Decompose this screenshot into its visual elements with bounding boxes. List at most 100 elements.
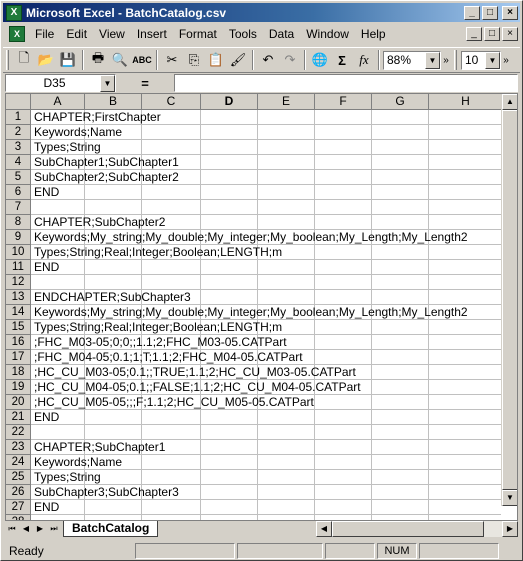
cell-a[interactable]: Keywords;Name bbox=[34, 455, 122, 470]
cell-a[interactable]: END bbox=[34, 260, 59, 275]
menu-tools[interactable]: Tools bbox=[223, 27, 263, 41]
cut-icon[interactable]: ✂ bbox=[161, 49, 183, 71]
function-icon[interactable]: fx bbox=[353, 49, 375, 71]
cell-a[interactable]: CHAPTER;FirstChapter bbox=[34, 110, 161, 125]
row-header[interactable]: 23 bbox=[6, 440, 31, 455]
cell-a[interactable]: ;HC_CU_M03-05;0.1;;TRUE;1.1;2;HC_CU_M03-… bbox=[34, 365, 356, 380]
row-header[interactable]: 5 bbox=[6, 170, 31, 185]
cell-a[interactable]: Types;String bbox=[34, 470, 101, 485]
menu-data[interactable]: Data bbox=[263, 27, 300, 41]
cell-a[interactable]: Types;String;Real;Integer;Boolean;LENGTH… bbox=[34, 320, 282, 335]
horizontal-scroll-thumb[interactable] bbox=[332, 521, 484, 537]
row-header[interactable]: 21 bbox=[6, 410, 31, 425]
row-header[interactable]: 16 bbox=[6, 335, 31, 350]
row-header[interactable]: 6 bbox=[6, 185, 31, 200]
cell-a[interactable]: CHAPTER;SubChapter1 bbox=[34, 440, 165, 455]
column-header-c[interactable]: C bbox=[142, 94, 201, 110]
chevron-down-icon[interactable]: ▼ bbox=[100, 74, 115, 92]
column-header-e[interactable]: E bbox=[258, 94, 315, 110]
cell-a[interactable]: Keywords;My_string;My_double;My_integer;… bbox=[34, 305, 468, 320]
close-button[interactable]: × bbox=[502, 5, 518, 20]
row-header[interactable]: 7 bbox=[6, 200, 31, 215]
menu-view[interactable]: View bbox=[93, 27, 131, 41]
row-header[interactable]: 15 bbox=[6, 320, 31, 335]
redo-icon[interactable]: ↷ bbox=[279, 49, 301, 71]
spelling-icon[interactable]: ABC bbox=[131, 49, 153, 71]
cell-a[interactable]: ENDCHAPTER;SubChapter3 bbox=[34, 290, 191, 305]
workbook-icon[interactable]: X bbox=[9, 26, 25, 42]
menu-window[interactable]: Window bbox=[300, 27, 355, 41]
sheet-tab-batchcatalog[interactable]: BatchCatalog bbox=[63, 521, 159, 537]
maximize-button[interactable]: □ bbox=[482, 5, 498, 20]
row-header[interactable]: 4 bbox=[6, 155, 31, 170]
workbook-minimize-button[interactable]: _ bbox=[466, 27, 482, 41]
cell-a[interactable]: SubChapter3;SubChapter3 bbox=[34, 485, 179, 500]
row-header[interactable]: 9 bbox=[6, 230, 31, 245]
format-painter-icon[interactable]: 🖌 bbox=[227, 49, 249, 71]
chevron-down-icon[interactable]: ▼ bbox=[425, 51, 440, 69]
print-icon[interactable]: 🖶 bbox=[87, 49, 109, 71]
cell-a[interactable]: Types;String bbox=[34, 140, 101, 155]
print-preview-icon[interactable]: 🔍 bbox=[109, 49, 131, 71]
undo-icon[interactable]: ↶ bbox=[257, 49, 279, 71]
workbook-restore-button[interactable]: □ bbox=[484, 27, 500, 41]
row-header[interactable]: 19 bbox=[6, 380, 31, 395]
edit-formula-button[interactable]: = bbox=[116, 76, 174, 91]
row-header[interactable]: 25 bbox=[6, 470, 31, 485]
scroll-left-icon[interactable]: ◀ bbox=[316, 521, 332, 537]
cell-a[interactable]: SubChapter2;SubChapter2 bbox=[34, 170, 179, 185]
row-header[interactable]: 14 bbox=[6, 305, 31, 320]
cell-a[interactable]: END bbox=[34, 410, 59, 425]
toolbar-grip[interactable] bbox=[6, 50, 9, 70]
row-header[interactable]: 2 bbox=[6, 125, 31, 140]
first-sheet-icon[interactable]: ⏮ bbox=[5, 522, 19, 536]
column-header-d[interactable]: D bbox=[201, 94, 258, 110]
zoom-combo[interactable]: 88% ▼ bbox=[383, 50, 441, 70]
menu-file[interactable]: File bbox=[29, 27, 60, 41]
column-header-b[interactable]: B bbox=[85, 94, 142, 110]
toolbar-options-icon[interactable]: » bbox=[501, 49, 511, 71]
select-all-button[interactable] bbox=[6, 94, 31, 110]
row-header[interactable]: 27 bbox=[6, 500, 31, 515]
open-icon[interactable]: 📂 bbox=[35, 49, 57, 71]
cell-a[interactable]: CHAPTER;SubChapter2 bbox=[34, 215, 165, 230]
column-header-a[interactable]: A bbox=[31, 94, 85, 110]
cell-area[interactable]: CHAPTER;FirstChapter Keywords;Name Types;S… bbox=[31, 110, 501, 520]
minimize-button[interactable]: _ bbox=[464, 5, 480, 20]
paste-icon[interactable]: 📋 bbox=[205, 49, 227, 71]
save-icon[interactable]: 💾 bbox=[57, 49, 79, 71]
vertical-scroll-thumb[interactable] bbox=[502, 110, 517, 490]
row-header[interactable]: 17 bbox=[6, 350, 31, 365]
scroll-right-icon[interactable]: ▶ bbox=[502, 521, 518, 537]
row-header[interactable]: 8 bbox=[6, 215, 31, 230]
scroll-down-icon[interactable]: ▼ bbox=[502, 490, 517, 506]
menu-help[interactable]: Help bbox=[355, 27, 392, 41]
row-header[interactable]: 18 bbox=[6, 365, 31, 380]
row-header[interactable]: 12 bbox=[6, 275, 31, 290]
toolbar-options-icon[interactable]: » bbox=[441, 49, 451, 71]
cell-a[interactable]: END bbox=[34, 500, 59, 515]
menu-format[interactable]: Format bbox=[173, 27, 223, 41]
cell-a[interactable]: SubChapter1;SubChapter1 bbox=[34, 155, 179, 170]
row-header[interactable]: 20 bbox=[6, 395, 31, 410]
row-header[interactable]: 26 bbox=[6, 485, 31, 500]
cell-a[interactable]: ;HC_CU_M04-05;0.1;;FALSE;1.1;2;HC_CU_M04… bbox=[34, 380, 361, 395]
row-header[interactable]: 22 bbox=[6, 425, 31, 440]
name-box[interactable]: D35 ▼ bbox=[5, 74, 116, 92]
cell-a[interactable]: ;HC_CU_M05-05;;;F;1.1;2;HC_CU_M05-05.CAT… bbox=[34, 395, 314, 410]
cell-a[interactable]: Keywords;Name bbox=[34, 125, 122, 140]
worksheet-grid[interactable]: A B C D E F G H 1 2 3 4 5 6 7 8 9 10 11 12 13 14 15 16 1… bbox=[5, 93, 518, 521]
toolbar-grip[interactable] bbox=[454, 50, 457, 70]
column-header-g[interactable]: G bbox=[372, 94, 429, 110]
hyperlink-icon[interactable]: 🌐 bbox=[309, 49, 331, 71]
horizontal-scrollbar[interactable]: ◀ ▶ bbox=[316, 521, 518, 537]
row-header[interactable]: 10 bbox=[6, 245, 31, 260]
cell-a[interactable]: Keywords;My_string;My_double;My_integer;… bbox=[34, 230, 468, 245]
formula-input[interactable] bbox=[174, 74, 518, 92]
cell-a[interactable]: ;FHC_M03-05;0;0;;1.1;2;FHC_M03-05.CATPar… bbox=[34, 335, 287, 350]
cell-a[interactable]: Types;String;Real;Integer;Boolean;LENGTH… bbox=[34, 245, 282, 260]
copy-icon[interactable]: ⎘ bbox=[183, 49, 205, 71]
row-header[interactable]: 3 bbox=[6, 140, 31, 155]
new-icon[interactable]: 🗋 bbox=[13, 49, 35, 71]
font-size-combo[interactable]: 10 ▼ bbox=[461, 50, 501, 70]
